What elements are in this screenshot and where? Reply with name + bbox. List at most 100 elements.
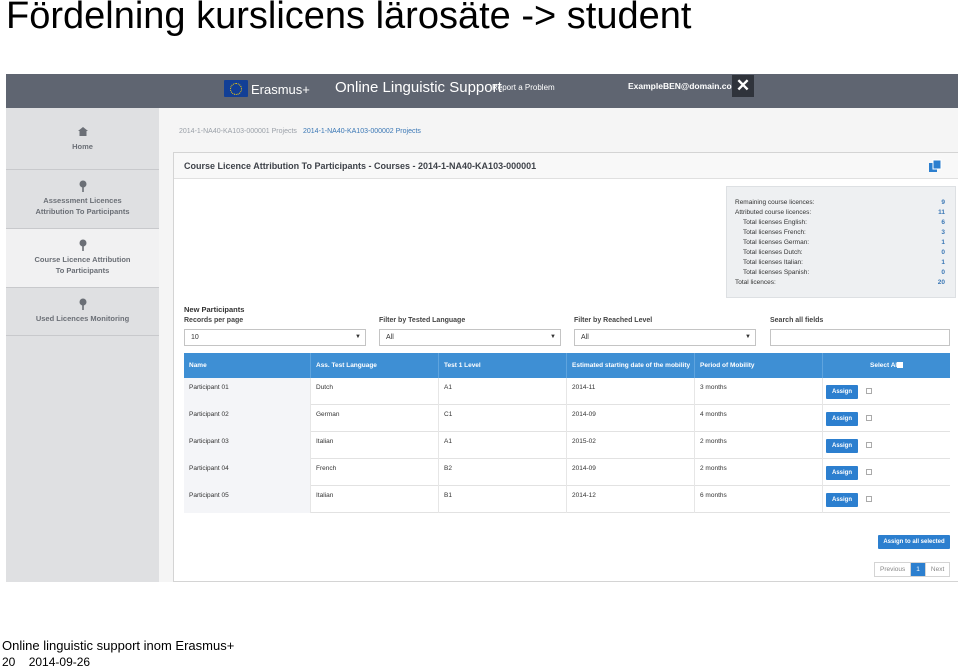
assign-button[interactable]: Assign xyxy=(826,493,858,507)
stat-dutch: Total licenses Dutch: 0 xyxy=(743,249,945,256)
row-checkbox[interactable] xyxy=(866,388,872,394)
footer-meta: 20 2014-09-26 xyxy=(2,655,100,669)
stat-remaining: Remaining course licences: 9 xyxy=(735,199,945,206)
table-row: Participant 04 French B2 2014-09 2 month… xyxy=(184,459,950,486)
sidebar-item-home[interactable]: Home xyxy=(6,108,159,170)
reached-level-label: Filter by Reached Level xyxy=(574,317,653,324)
report-problem-link[interactable]: Report a Problem xyxy=(492,83,555,92)
screenshot: Erasmus+ Online Linguistic Support Repor… xyxy=(6,74,958,582)
main-content: 2014-1-NA40-KA103-000001 Projects 2014-1… xyxy=(159,108,958,582)
records-select[interactable]: 10 ▼ xyxy=(184,329,366,346)
table-row: Participant 01 Dutch A1 2014-11 3 months… xyxy=(184,378,950,405)
sidebar-item-label: Used Licences Monitoring xyxy=(35,314,130,323)
col-start[interactable]: Estimated starting date of the mobility xyxy=(567,353,695,378)
assign-button[interactable]: Assign xyxy=(826,412,858,426)
sidebar-item-used-licences[interactable]: Used Licences Monitoring xyxy=(6,288,159,336)
cell-language: Italian xyxy=(311,432,439,459)
row-checkbox[interactable] xyxy=(866,469,872,475)
slide-date: 2014-09-26 xyxy=(28,655,91,669)
assign-button[interactable]: Assign xyxy=(826,466,858,480)
cell-start: 2014-09 xyxy=(567,459,695,486)
assign-button[interactable]: Assign xyxy=(826,385,858,399)
sidebar-item-assessment[interactable]: Assessment Licences Attribution To Parti… xyxy=(6,170,159,229)
records-label: Records per page xyxy=(184,317,244,324)
pin-icon xyxy=(78,239,88,251)
brand-name: Erasmus+ xyxy=(251,82,310,97)
caret-down-icon: ▼ xyxy=(355,334,361,340)
table-row: Participant 03 Italian A1 2015-02 2 mont… xyxy=(184,432,950,459)
attribution-panel: Course Licence Attribution To Participan… xyxy=(173,152,958,582)
col-level[interactable]: Test 1 Level xyxy=(439,353,567,378)
pin-icon xyxy=(78,298,88,310)
app-name: Online Linguistic Support xyxy=(335,79,502,96)
cell-name: Participant 04 xyxy=(184,459,311,486)
eu-flag-icon xyxy=(224,80,248,97)
row-checkbox[interactable] xyxy=(866,415,872,421)
tab-project-1[interactable]: 2014-1-NA40-KA103-000001 Projects xyxy=(179,128,297,135)
caret-down-icon: ▼ xyxy=(550,334,556,340)
panel-header: Course Licence Attribution To Participan… xyxy=(174,153,958,179)
row-checkbox[interactable] xyxy=(866,496,872,502)
pagination: Previous 1 Next xyxy=(874,562,951,577)
cell-name: Participant 01 xyxy=(184,378,311,405)
caret-down-icon: ▼ xyxy=(745,334,751,340)
tested-language-label: Filter by Tested Language xyxy=(379,317,466,324)
assign-button[interactable]: Assign xyxy=(826,439,858,453)
cell-start: 2015-02 xyxy=(567,432,695,459)
copy-icon[interactable] xyxy=(928,159,942,173)
user-email[interactable]: ExampleBEN@domain.com xyxy=(628,81,739,91)
row-checkbox[interactable] xyxy=(866,442,872,448)
assign-all-selected-button[interactable]: Assign to all selected xyxy=(878,535,950,549)
sidebar: Home Assessment Licences Attribution To … xyxy=(6,108,159,582)
select-all-checkbox[interactable] xyxy=(897,362,903,368)
tab-project-2[interactable]: 2014-1-NA40-KA103-000002 Projects xyxy=(303,128,421,135)
cell-language: Italian xyxy=(311,486,439,513)
col-name[interactable]: Name xyxy=(184,353,311,378)
cell-level: C1 xyxy=(439,405,567,432)
section-title: New Participants xyxy=(184,305,245,314)
cell-period: 2 months xyxy=(695,432,823,459)
cell-start: 2014-12 xyxy=(567,486,695,513)
cell-period: 6 months xyxy=(695,486,823,513)
cell-level: A1 xyxy=(439,432,567,459)
col-period[interactable]: Period of Mobility xyxy=(695,353,823,378)
top-bar: Erasmus+ Online Linguistic Support Repor… xyxy=(6,74,958,108)
tested-language-select[interactable]: All ▼ xyxy=(379,329,561,346)
search-label: Search all fields xyxy=(770,317,824,324)
pin-icon xyxy=(78,180,88,192)
cell-period: 3 months xyxy=(695,378,823,405)
select-all[interactable]: Select All xyxy=(823,353,950,378)
table-header: Name Ass. Test Language Test 1 Level Est… xyxy=(184,353,950,378)
sidebar-item-course-licence[interactable]: Course Licence Attribution To Participan… xyxy=(6,229,159,288)
cell-language: Dutch xyxy=(311,378,439,405)
table-row: Participant 05 Italian B1 2014-12 6 mont… xyxy=(184,486,950,513)
pager-current-page[interactable]: 1 xyxy=(911,563,926,576)
cell-name: Participant 02 xyxy=(184,405,311,432)
panel-title: Course Licence Attribution To Participan… xyxy=(184,161,537,171)
stat-german: Total licenses German: 1 xyxy=(743,239,945,246)
cell-start: 2014-11 xyxy=(567,378,695,405)
pager-previous[interactable]: Previous xyxy=(875,563,912,576)
sidebar-item-label: Home xyxy=(72,142,93,151)
search-input[interactable] xyxy=(770,329,950,346)
reached-level-select[interactable]: All ▼ xyxy=(574,329,756,346)
cell-name: Participant 05 xyxy=(184,486,311,513)
licence-stats: Remaining course licences: 9 Attributed c… xyxy=(726,186,956,298)
cell-start: 2014-09 xyxy=(567,405,695,432)
home-icon xyxy=(77,126,88,138)
cell-language: French xyxy=(311,459,439,486)
cell-name: Participant 03 xyxy=(184,432,311,459)
stat-attributed: Attributed course licences: 11 xyxy=(735,209,945,216)
stat-french: Total licenses French: 3 xyxy=(743,229,945,236)
cell-period: 4 months xyxy=(695,405,823,432)
col-language[interactable]: Ass. Test Language xyxy=(311,353,439,378)
pager-next[interactable]: Next xyxy=(926,563,949,576)
sidebar-item-label: Course Licence Attribution To Participan… xyxy=(34,255,131,275)
stat-total: Total licences: 20 xyxy=(735,279,945,286)
cell-language: German xyxy=(311,405,439,432)
sidebar-item-label: Assessment Licences Attribution To Parti… xyxy=(35,196,130,216)
stat-italian: Total licenses Italian: 1 xyxy=(743,259,945,266)
cell-period: 2 months xyxy=(695,459,823,486)
page-number: 20 xyxy=(2,655,16,669)
close-icon[interactable]: ✕ xyxy=(732,75,754,97)
